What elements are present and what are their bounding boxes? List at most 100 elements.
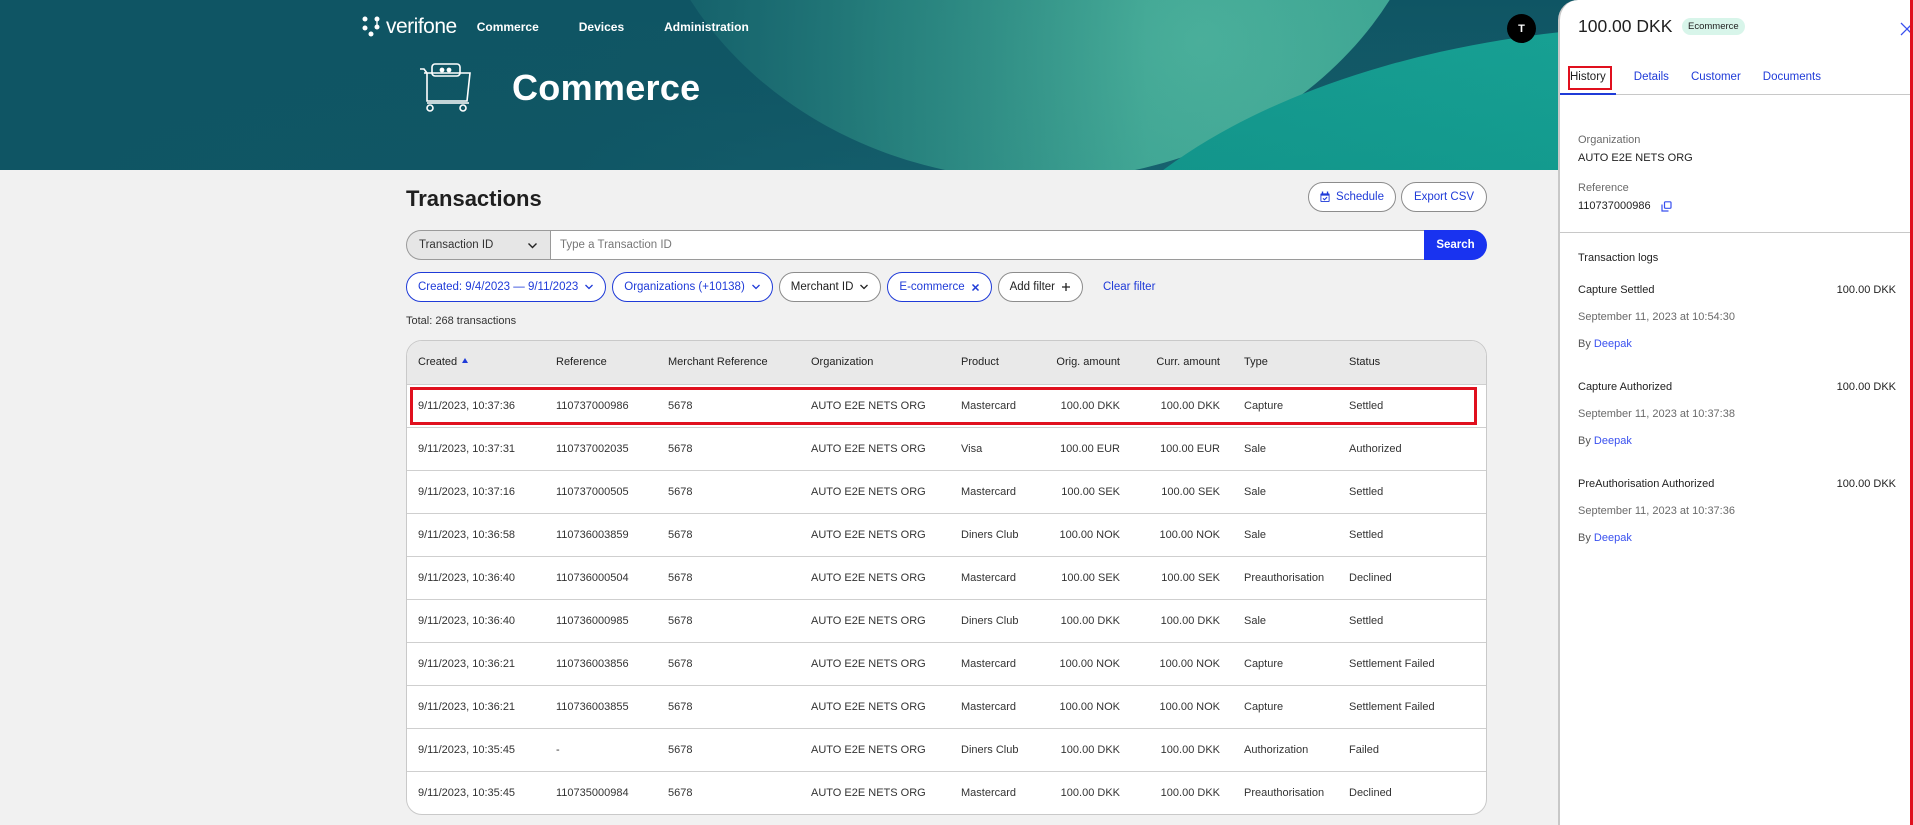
table-row[interactable]: 9/11/2023, 10:36:58 110736003859 5678 AUTO … <box>407 513 1486 556</box>
add-filter-button[interactable]: Add filter <box>997 272 1083 302</box>
table-row[interactable]: 9/11/2023, 10:36:21 110736003856 5678 AUTO … <box>407 642 1486 685</box>
cell-organization: AUTO E2E NETS ORG <box>811 442 926 455</box>
search-field-value: Transaction ID <box>419 239 494 251</box>
col-merchant-reference[interactable]: Merchant Reference <box>657 341 800 384</box>
cell-created: 9/11/2023, 10:37:16 <box>418 485 516 498</box>
cell-created: 9/11/2023, 10:36:21 <box>418 700 516 713</box>
cell-type: Sale <box>1244 442 1267 455</box>
log-amount: 100.00 DKK <box>1836 284 1896 296</box>
cell-merchant-reference: 5678 <box>668 528 693 541</box>
cell-type: Capture <box>1244 399 1284 412</box>
log-date: September 11, 2023 at 10:37:36 <box>1578 505 1735 517</box>
cell-product: Diners Club <box>961 614 1019 627</box>
col-type[interactable]: Type <box>1220 341 1338 384</box>
chevron-down-icon <box>585 284 594 290</box>
table-row[interactable]: 9/11/2023, 10:35:45 - 5678 AUTO E2E NETS OR… <box>407 728 1486 771</box>
copy-icon[interactable] <box>1661 200 1672 212</box>
cell-reference: 110736003859 <box>556 528 629 541</box>
cell-product: Diners Club <box>961 528 1019 541</box>
col-created[interactable]: Created <box>407 341 545 384</box>
cell-status: Settled <box>1349 399 1384 412</box>
cell-reference: 110737000986 <box>556 399 629 412</box>
tab-details[interactable]: Details <box>1624 68 1679 95</box>
user-avatar[interactable]: T <box>1507 14 1536 43</box>
cell-created: 9/11/2023, 10:36:21 <box>418 657 516 670</box>
cell-product: Mastercard <box>961 700 1017 713</box>
nav-administration[interactable]: Administration <box>664 20 749 34</box>
log-user-link[interactable]: Deepak <box>1594 338 1632 350</box>
chevron-down-icon <box>751 284 760 290</box>
table-row[interactable]: 9/11/2023, 10:37:36 110737000986 5678 AUTO … <box>407 384 1486 427</box>
cell-status: Failed <box>1349 743 1379 756</box>
search-field-select[interactable]: Transaction ID <box>406 230 550 260</box>
filter-organizations[interactable]: Organizations (+10138) <box>612 272 773 302</box>
log-user-link[interactable]: Deepak <box>1594 435 1632 447</box>
filter-created[interactable]: Created: 9/4/2023 — 9/11/2023 <box>406 272 607 302</box>
organization-field: Organization AUTO E2E NETS ORG <box>1578 134 1693 164</box>
channel-badge: Ecommerce <box>1682 18 1745 35</box>
cell-reference: 110736000985 <box>556 614 629 627</box>
col-curr-amount[interactable]: Curr. amount <box>1120 341 1220 384</box>
schedule-button[interactable]: Schedule <box>1308 182 1396 212</box>
cell-created: 9/11/2023, 10:36:40 <box>418 614 516 627</box>
cell-created: 9/11/2023, 10:35:45 <box>418 786 516 799</box>
cell-curr-amount: 100.00 DKK <box>1160 614 1220 627</box>
cell-organization: AUTO E2E NETS ORG <box>811 614 926 627</box>
table-row[interactable]: 9/11/2023, 10:36:40 110736000985 5678 AUTO … <box>407 599 1486 642</box>
cell-type: Authorization <box>1244 743 1309 756</box>
cell-orig-amount: 100.00 SEK <box>1061 571 1120 584</box>
filter-ecommerce[interactable]: E-commerce <box>887 272 992 302</box>
table-row[interactable]: 9/11/2023, 10:37:16 110737000505 5678 AUTO … <box>407 470 1486 513</box>
table-row[interactable]: 9/11/2023, 10:36:40 110736000504 5678 AUTO … <box>407 556 1486 599</box>
tab-customer[interactable]: Customer <box>1681 68 1751 95</box>
log-user-link[interactable]: Deepak <box>1594 532 1632 544</box>
table-row[interactable]: 9/11/2023, 10:35:45 110735000984 5678 AUTO … <box>407 771 1486 814</box>
cell-status: Declined <box>1349 786 1392 799</box>
panel-tabs: History Details Customer Documents <box>1560 68 1913 95</box>
cell-status: Settlement Failed <box>1349 657 1435 670</box>
log-amount: 100.00 DKK <box>1836 478 1896 490</box>
tab-history[interactable]: History <box>1560 68 1616 95</box>
nav-devices[interactable]: Devices <box>579 20 624 34</box>
table-row[interactable]: 9/11/2023, 10:37:31 110737002035 5678 AUTO … <box>407 427 1486 470</box>
log-author: By Deepak <box>1578 435 1632 447</box>
cell-organization: AUTO E2E NETS ORG <box>811 485 926 498</box>
cell-type: Sale <box>1244 485 1267 498</box>
cell-orig-amount: 100.00 EUR <box>1060 442 1120 455</box>
cell-orig-amount: 100.00 DKK <box>1060 614 1120 627</box>
cell-reference: 110735000984 <box>556 786 629 799</box>
transaction-id-input[interactable] <box>550 230 1424 260</box>
brand-logo[interactable]: verifone <box>362 15 457 39</box>
tab-documents[interactable]: Documents <box>1753 68 1831 95</box>
log-entry: Capture Authorized 100.00 DKK September 11… <box>1578 381 1896 447</box>
cell-reference: 110736003856 <box>556 657 629 670</box>
export-csv-button[interactable]: Export CSV <box>1401 182 1487 212</box>
search-button[interactable]: Search <box>1424 230 1487 260</box>
cell-curr-amount: 100.00 EUR <box>1160 442 1220 455</box>
cell-status: Settled <box>1349 485 1384 498</box>
col-orig-amount[interactable]: Orig. amount <box>1040 341 1120 384</box>
remove-filter-icon[interactable] <box>971 283 980 292</box>
table-row[interactable]: 9/11/2023, 10:36:21 110736003855 5678 AUTO … <box>407 685 1486 728</box>
clear-filter-link[interactable]: Clear filter <box>1103 281 1155 293</box>
cell-merchant-reference: 5678 <box>668 786 693 799</box>
col-reference[interactable]: Reference <box>545 341 657 384</box>
cell-curr-amount: 100.00 SEK <box>1161 485 1220 498</box>
cell-organization: AUTO E2E NETS ORG <box>811 528 926 541</box>
log-event: Capture Authorized <box>1578 381 1673 393</box>
col-status[interactable]: Status <box>1338 341 1486 384</box>
cell-merchant-reference: 5678 <box>668 442 693 455</box>
col-product[interactable]: Product <box>950 341 1040 384</box>
nav-commerce[interactable]: Commerce <box>477 20 539 34</box>
cell-merchant-reference: 5678 <box>668 657 693 670</box>
filter-merchant-id[interactable]: Merchant ID <box>778 272 882 302</box>
cell-reference: 110737002035 <box>556 442 629 455</box>
filter-created-label: Created: 9/4/2023 — 9/11/2023 <box>418 281 579 293</box>
cell-curr-amount: 100.00 DKK <box>1160 399 1220 412</box>
cell-merchant-reference: 5678 <box>668 399 693 412</box>
cell-type: Capture <box>1244 657 1284 670</box>
cell-created: 9/11/2023, 10:35:45 <box>418 743 516 756</box>
verifone-dots-icon <box>362 16 380 37</box>
cell-product: Mastercard <box>961 657 1017 670</box>
col-organization[interactable]: Organization <box>800 341 950 384</box>
